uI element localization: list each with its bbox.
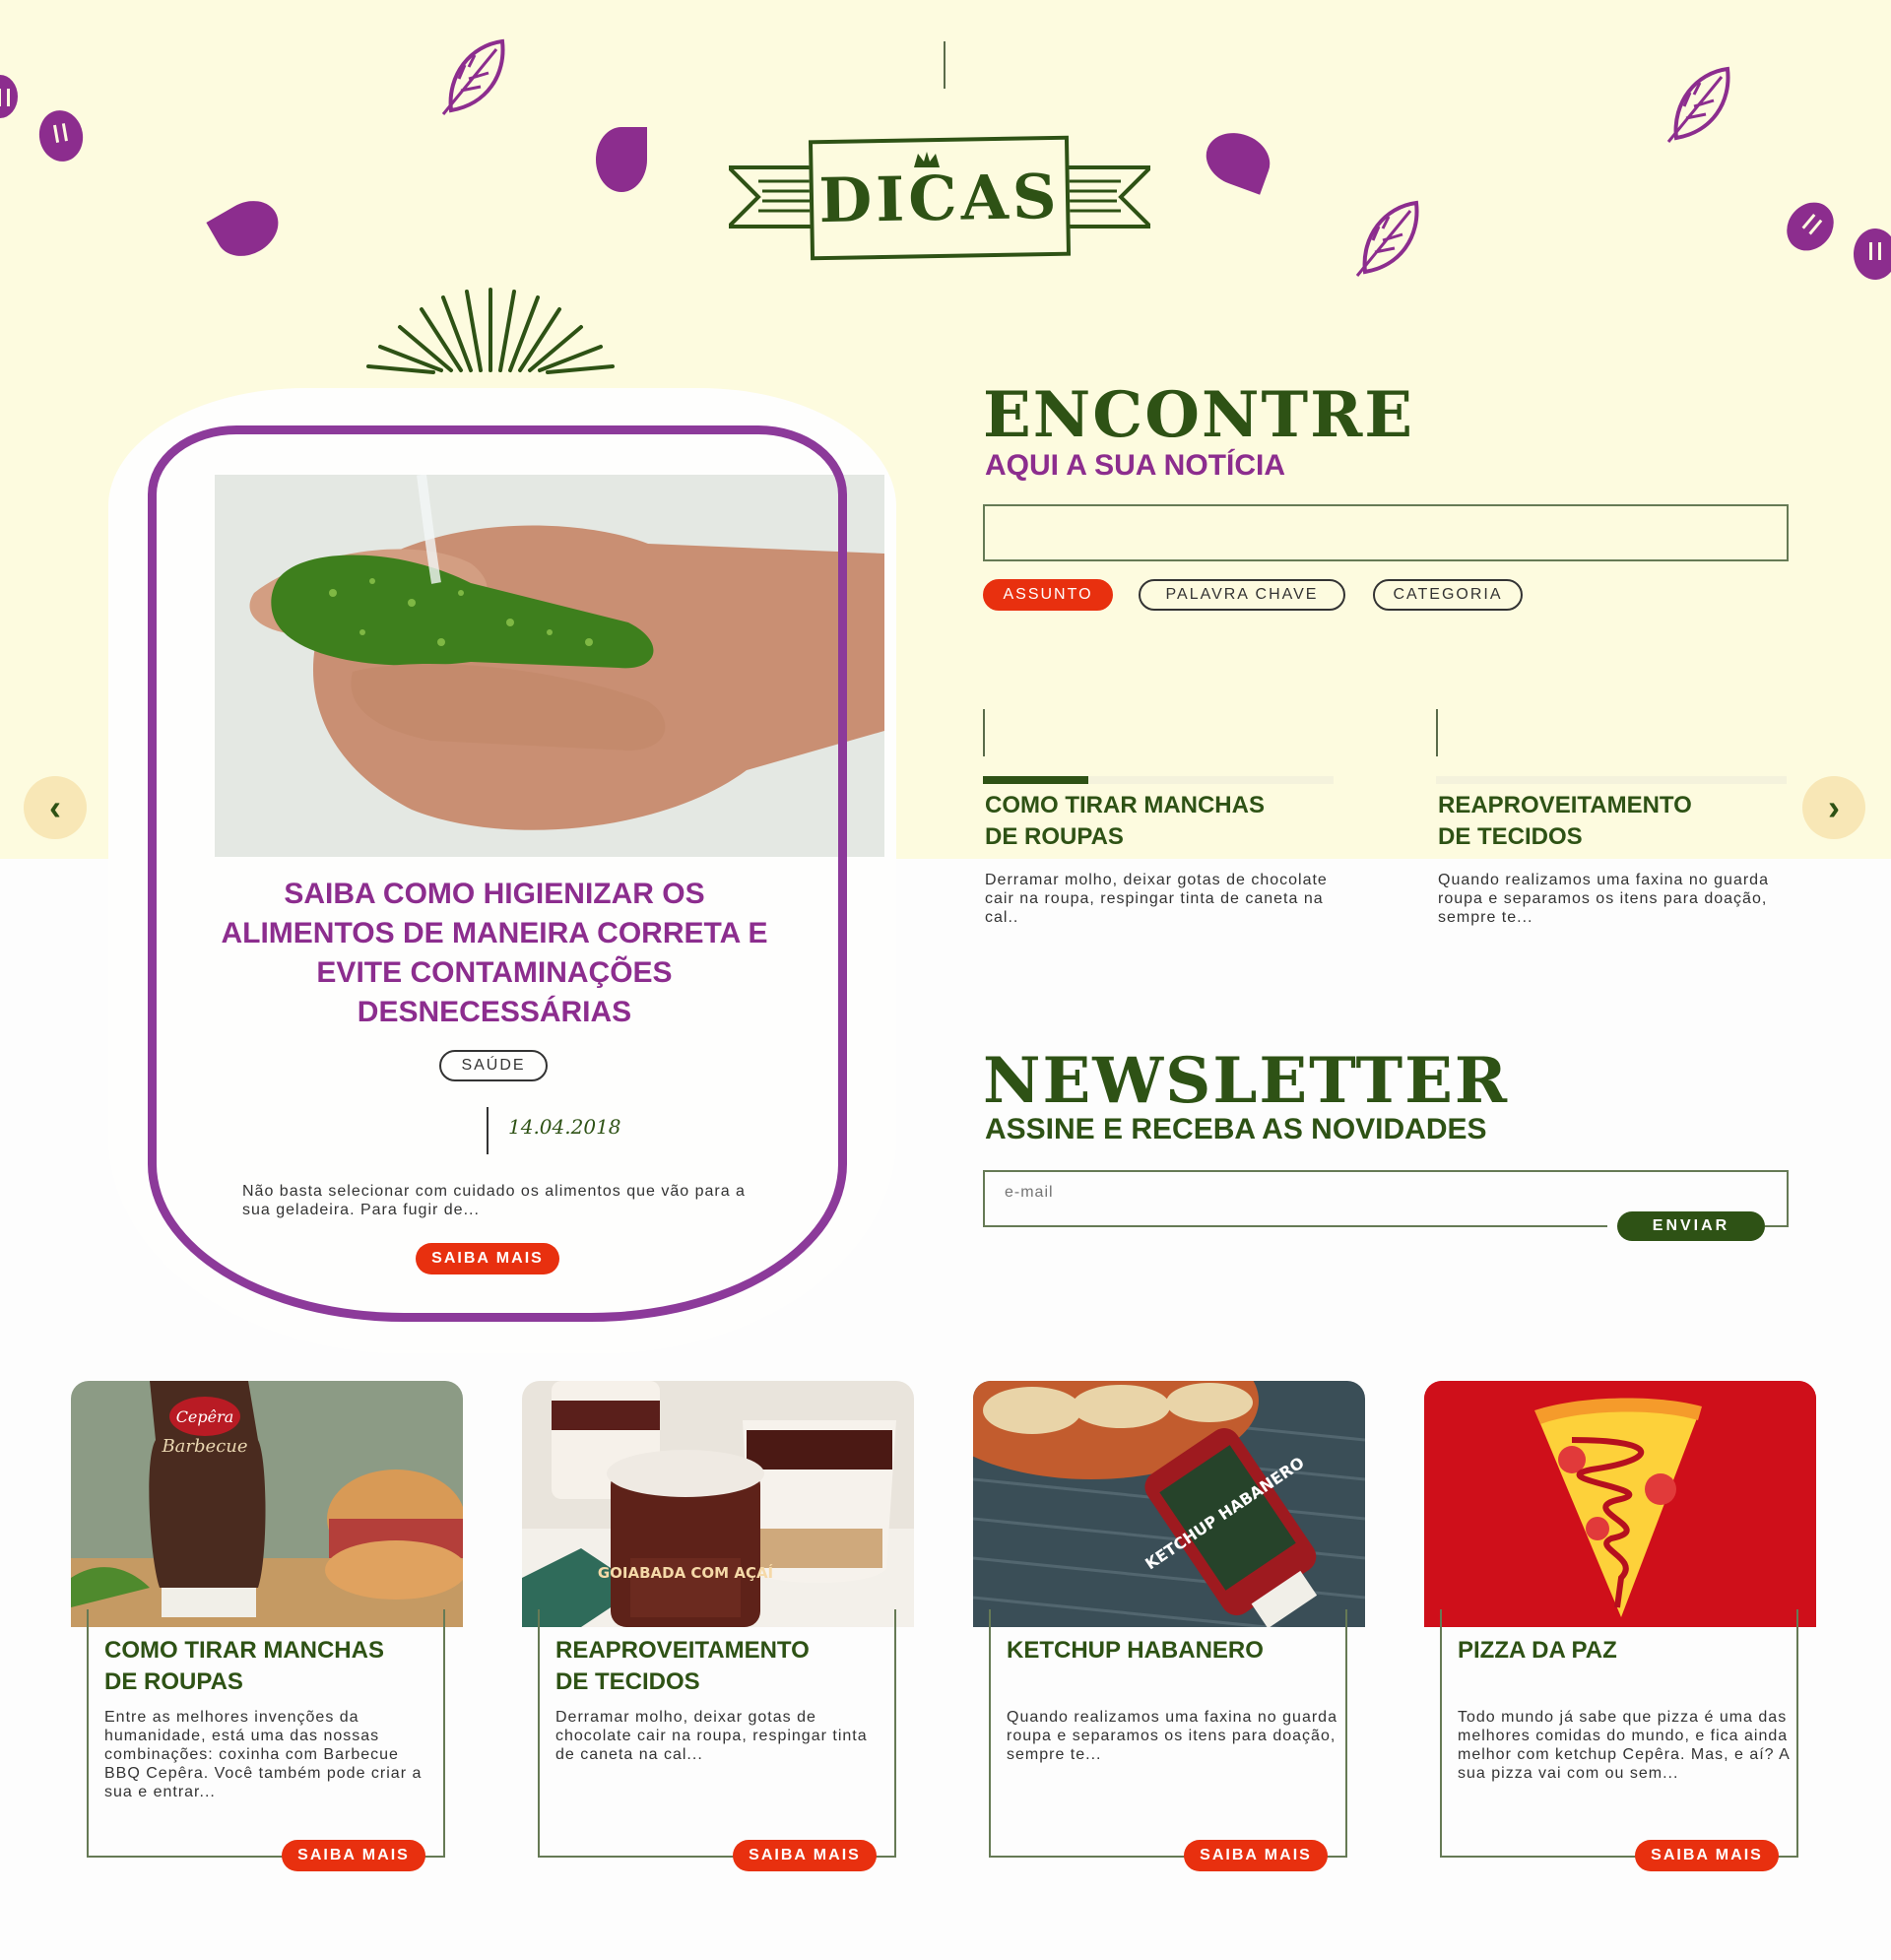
featured-read-more-button[interactable]: SAIBA MAIS [416, 1243, 559, 1274]
page-title: DICAS [817, 160, 1062, 236]
card-read-more-button[interactable]: SAIBA MAIS [282, 1840, 425, 1871]
filter-palavra-chave[interactable]: PALAVRA CHAVE [1139, 579, 1345, 611]
card-title[interactable]: KETCHUP HABANERO [1007, 1635, 1341, 1666]
featured-date: 14.04.2018 [508, 1115, 621, 1139]
featured-excerpt: Não basta selecionar com cuidado os alim… [242, 1183, 746, 1218]
leaf-outline-icon [1355, 200, 1419, 277]
chevron-left-icon: ‹ [49, 787, 61, 827]
filter-assunto[interactable]: ASSUNTO [983, 579, 1113, 611]
news-progress [1436, 776, 1787, 784]
newsletter-subheading: ASSINE E RECEBA AS NOVIDADES [985, 1113, 1487, 1145]
card-jar-label: GOIABADA COM AÇAÍ [598, 1563, 774, 1582]
news-divider [1436, 709, 1438, 756]
card-excerpt: Entre as melhores invenções da humanidad… [104, 1709, 423, 1800]
featured-title[interactable]: SAIBA COMO HIGIENIZAR OS ALIMENTOS DE MA… [219, 875, 770, 1032]
search-heading: ENCONTRE [983, 378, 1415, 452]
drop-leaf-icon [596, 127, 647, 192]
leaf-outline-icon [1666, 66, 1730, 143]
date-divider [487, 1107, 489, 1154]
featured-tag[interactable]: SAÚDE [439, 1050, 548, 1081]
news-progress [983, 776, 1334, 784]
card-bottle-label: Barbecue [161, 1436, 247, 1457]
news-title[interactable]: REAPROVEITAMENTO DE TECIDOS [1438, 790, 1692, 853]
carousel-prev-button[interactable]: ‹ [24, 776, 87, 839]
carousel-next-button[interactable]: › [1802, 776, 1865, 839]
card-title[interactable]: COMO TIRAR MANCHAS DE ROUPAS [104, 1635, 439, 1698]
bean-leaf-icon [1854, 229, 1891, 280]
email-field-underline [1765, 1225, 1789, 1227]
card-read-more-button[interactable]: SAIBA MAIS [1635, 1840, 1779, 1871]
search-input[interactable] [983, 504, 1789, 561]
card-excerpt: Quando realizamos uma faxina no guarda r… [1007, 1709, 1337, 1763]
card-excerpt: Todo mundo já sabe que pizza é uma das m… [1458, 1709, 1790, 1782]
card-image[interactable]: GOIABADA COM AÇAÍ [522, 1381, 914, 1627]
card-read-more-button[interactable]: SAIBA MAIS [1184, 1840, 1328, 1871]
card-image[interactable] [1424, 1381, 1816, 1627]
crown-icon [914, 152, 940, 167]
news-excerpt: Derramar molho, deixar gotas de chocolat… [985, 872, 1328, 926]
card-excerpt: Derramar molho, deixar gotas de chocolat… [555, 1709, 868, 1763]
search-subheading: AQUI A SUA NOTÍCIA [985, 449, 1285, 482]
news-title[interactable]: COMO TIRAR MANCHAS DE ROUPAS [985, 790, 1265, 853]
card-image[interactable]: KETCHUP HABANERO [973, 1381, 1365, 1627]
newsletter-heading: NEWSLETTER [983, 1044, 1510, 1118]
leaf-outline-icon [441, 38, 505, 115]
news-progress-fill [983, 776, 1088, 784]
filter-categoria[interactable]: CATEGORIA [1373, 579, 1523, 611]
card-title[interactable]: PIZZA DA PAZ [1458, 1635, 1793, 1666]
email-field-underline [983, 1225, 1607, 1227]
card-title[interactable]: REAPROVEITAMENTO DE TECIDOS [555, 1635, 890, 1698]
email-field[interactable] [1005, 1184, 1497, 1202]
card-bottle-brand: Cepêra [176, 1407, 234, 1426]
card-read-more-button[interactable]: SAIBA MAIS [733, 1840, 877, 1871]
news-divider [983, 709, 985, 756]
chevron-right-icon: › [1828, 787, 1840, 827]
newsletter-submit-button[interactable]: ENVIAR [1617, 1211, 1765, 1241]
sunburst-decoration [366, 288, 615, 374]
banner-hanger [944, 41, 946, 89]
news-excerpt: Quando realizamos uma faxina no guarda r… [1438, 872, 1769, 926]
card-image[interactable]: Cepêra Barbecue [71, 1381, 463, 1627]
